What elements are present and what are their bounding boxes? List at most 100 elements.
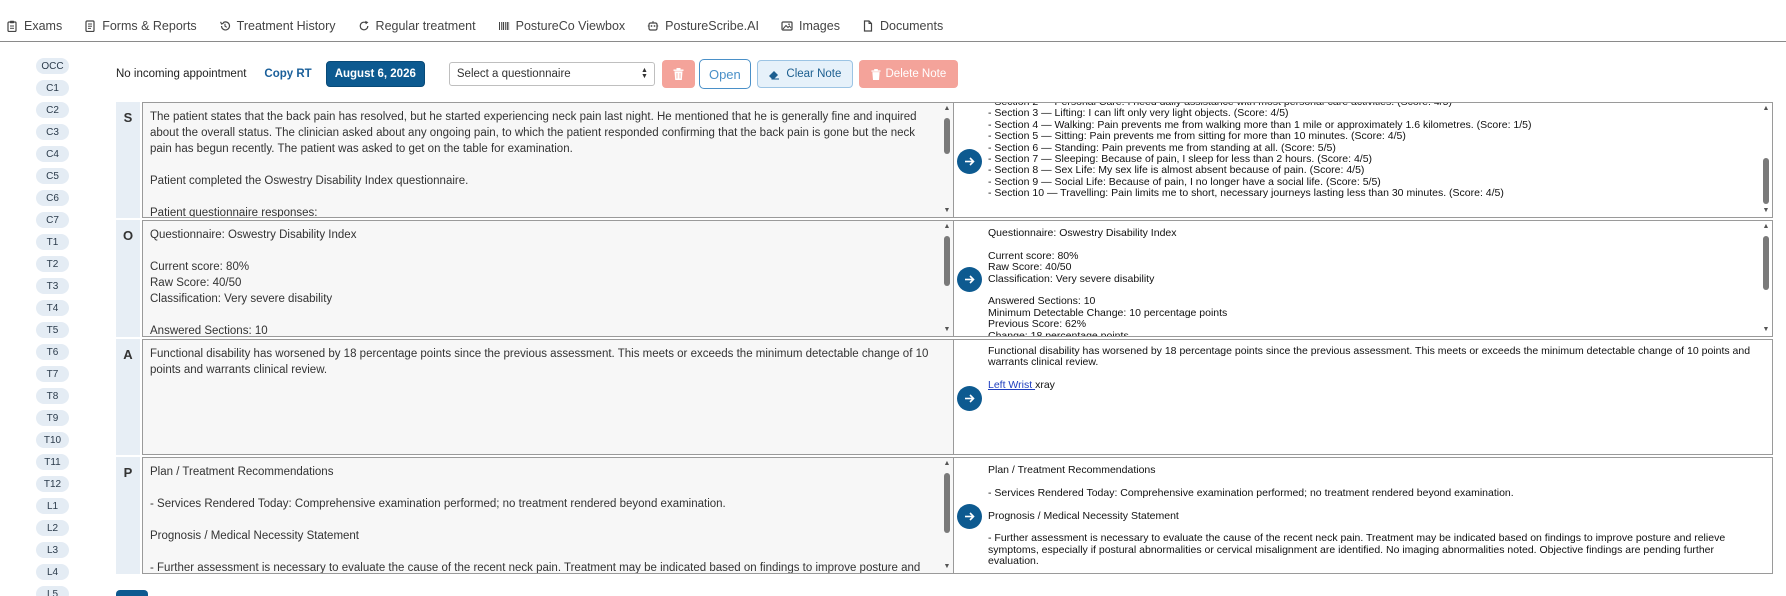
- vertebra-l3[interactable]: L3: [36, 542, 69, 558]
- nav-documents-label: Documents: [879, 18, 944, 33]
- soap-row-subjective: S The patient states that the back pain …: [116, 102, 1773, 218]
- arrow-right-icon: [965, 512, 975, 521]
- transfer-assessment-button[interactable]: [957, 386, 982, 411]
- soap-letter-o: O: [116, 220, 140, 337]
- questionnaire-select-value: Select a questionnaire: [456, 68, 571, 80]
- robot-icon: [647, 20, 659, 32]
- date-button[interactable]: August 6, 2026: [325, 61, 425, 87]
- nav-images[interactable]: Images: [781, 19, 840, 33]
- plan-preview: Plan / Treatment Recommendations - Servi…: [954, 457, 1773, 574]
- plan-textarea[interactable]: Plan / Treatment Recommendations - Servi…: [142, 457, 954, 574]
- objective-textarea[interactable]: Questionnaire: Oswestry Disability Index…: [142, 220, 954, 337]
- assessment-preview-text: Functional disability has worsened by 18…: [988, 345, 1753, 369]
- nav-posturescribe-ai[interactable]: PostureScribe.AI: [647, 19, 759, 33]
- document-icon: [84, 19, 96, 32]
- arrow-right-icon: [965, 394, 975, 403]
- objective-scrollbar[interactable]: ▲ ▼: [942, 222, 952, 335]
- vertebra-list: OCC C1 C2 C3 C4 C5 C6 C7 T1 T2 T3 T4 T5 …: [36, 58, 70, 596]
- vertebra-t8[interactable]: T8: [36, 388, 69, 404]
- delete-note-label: Delete Note: [885, 68, 947, 80]
- note-toolbar: No incoming appointment Copy RT August 6…: [116, 59, 958, 89]
- open-button[interactable]: Open: [698, 59, 751, 89]
- vertebra-t10[interactable]: T10: [36, 432, 69, 448]
- delete-questionnaire-button[interactable]: [661, 60, 695, 88]
- vertebra-c4[interactable]: C4: [36, 146, 69, 162]
- image-icon: [781, 20, 793, 32]
- nav-regular-treatment[interactable]: Regular treatment: [358, 19, 476, 33]
- subjective-textarea[interactable]: The patient states that the back pain ha…: [142, 102, 954, 218]
- nav-forms-reports-label: Forms & Reports: [102, 18, 197, 33]
- arrow-right-icon: [965, 275, 975, 284]
- vertebra-c1[interactable]: C1: [36, 80, 69, 96]
- vertebra-t4[interactable]: T4: [36, 300, 69, 316]
- vertebra-t6[interactable]: T6: [36, 344, 69, 360]
- transfer-objective-button[interactable]: [957, 267, 982, 292]
- soap-row-assessment: A Functional disability has worsened by …: [116, 339, 1773, 455]
- nav-images-label: Images: [798, 18, 840, 33]
- vertebra-c6[interactable]: C6: [36, 190, 69, 206]
- vertebra-t12[interactable]: T12: [36, 476, 69, 492]
- assessment-textarea[interactable]: Functional disability has worsened by 18…: [142, 339, 954, 455]
- delete-note-button[interactable]: Delete Note: [858, 60, 958, 88]
- vertebra-t1[interactable]: T1: [36, 234, 69, 250]
- nav-treatment-history[interactable]: Treatment History: [219, 19, 336, 33]
- vertebra-c2[interactable]: C2: [36, 102, 69, 118]
- assessment-preview: Functional disability has worsened by 18…: [954, 339, 1773, 455]
- plan-preview-text: Plan / Treatment Recommendations - Servi…: [988, 464, 1726, 568]
- appointment-status: No incoming appointment: [116, 68, 247, 80]
- vertebra-c7[interactable]: C7: [36, 212, 69, 228]
- vertebra-t11[interactable]: T11: [36, 454, 69, 470]
- vertebra-c5[interactable]: C5: [36, 168, 69, 184]
- objective-preview-text: Questionnaire: Oswestry Disability Index…: [988, 227, 1228, 337]
- transfer-subjective-button[interactable]: [957, 149, 982, 174]
- transfer-plan-button[interactable]: [957, 504, 982, 529]
- vertebra-l5[interactable]: L5: [36, 586, 69, 596]
- nav-postureco-viewbox[interactable]: PostureCo Viewbox: [498, 18, 626, 33]
- top-nav: Exams Forms & Reports Treatment History …: [0, 0, 1786, 42]
- nav-treatment-history-label: Treatment History: [236, 18, 336, 33]
- left-wrist-xray-link[interactable]: Left Wrist: [988, 379, 1035, 391]
- soap-letter-a: A: [116, 339, 140, 455]
- vertebra-l1[interactable]: L1: [36, 498, 69, 514]
- plan-text: Plan / Treatment Recommendations - Servi…: [150, 466, 921, 574]
- subjective-scrollbar[interactable]: ▲ ▼: [942, 104, 952, 216]
- subjective-preview: - Section 2 — Personal Care: I need dail…: [954, 102, 1773, 218]
- nav-exams-label: Exams: [24, 18, 63, 33]
- nav-postureco-viewbox-label: PostureCo Viewbox: [515, 18, 626, 33]
- nav-exams[interactable]: Exams: [6, 19, 62, 33]
- eraser-icon: [769, 70, 780, 80]
- questionnaire-select[interactable]: Select a questionnaire ▲ ▼: [448, 62, 655, 86]
- clear-note-label: Clear Note: [786, 68, 842, 80]
- file-icon: [862, 19, 874, 32]
- soap-row-objective: O Questionnaire: Oswestry Disability Ind…: [116, 220, 1773, 337]
- clear-note-button[interactable]: Clear Note: [756, 60, 853, 88]
- vertebra-t3[interactable]: T3: [36, 278, 69, 294]
- vertebra-occ[interactable]: OCC: [36, 58, 69, 74]
- vertebra-t5[interactable]: T5: [36, 322, 69, 338]
- vertebra-c3[interactable]: C3: [36, 124, 69, 140]
- objective-preview-scrollbar[interactable]: ▲ ▼: [1761, 222, 1771, 335]
- soap-letter-s: S: [116, 102, 140, 218]
- soap-row-plan: P Plan / Treatment Recommendations - Ser…: [116, 457, 1773, 574]
- copy-rt-link[interactable]: Copy RT: [264, 68, 311, 80]
- assessment-text: Functional disability has worsened by 18…: [150, 348, 932, 376]
- assessment-preview-content: Functional disability has worsened by 18…: [988, 345, 1754, 392]
- nav-forms-reports[interactable]: Forms & Reports: [84, 18, 197, 33]
- clipboard-icon: [6, 20, 18, 32]
- xray-link-suffix: xray: [1035, 379, 1055, 392]
- vertebra-t9[interactable]: T9: [36, 410, 69, 426]
- vertebra-t2[interactable]: T2: [36, 256, 69, 272]
- nav-documents[interactable]: Documents: [862, 19, 943, 33]
- vertebra-l4[interactable]: L4: [36, 564, 69, 580]
- plan-scrollbar[interactable]: ▲ ▼: [942, 459, 952, 572]
- nav-regular-treatment-label: Regular treatment: [375, 18, 476, 33]
- vertebra-l2[interactable]: L2: [36, 520, 69, 536]
- objective-preview: Questionnaire: Oswestry Disability Index…: [954, 220, 1773, 337]
- refresh-icon: [358, 20, 370, 32]
- trash-icon: [673, 68, 684, 80]
- subjective-text: The patient states that the back pain ha…: [150, 111, 917, 218]
- save-note-button[interactable]: [116, 590, 148, 596]
- subjective-preview-scrollbar[interactable]: ▲ ▼: [1761, 104, 1771, 216]
- vertebra-t7[interactable]: T7: [36, 366, 69, 382]
- soap-letter-p: P: [116, 457, 140, 574]
